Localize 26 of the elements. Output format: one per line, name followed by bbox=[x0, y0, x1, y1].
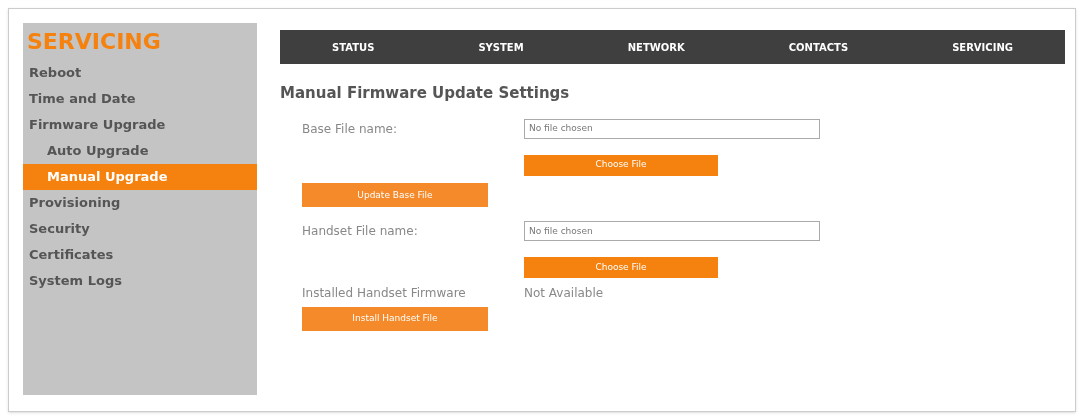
field-label: Base File name: bbox=[302, 120, 398, 138]
nav-tab[interactable]: NETWORK bbox=[627, 39, 685, 55]
nav-tab[interactable]: SYSTEM bbox=[478, 39, 524, 55]
sidebar-item[interactable]: Firmware Upgrade bbox=[23, 112, 257, 138]
choose-file-button[interactable]: Choose File bbox=[524, 154, 718, 176]
sidebar-item[interactable]: Auto Upgrade bbox=[23, 138, 257, 164]
sidebar-item[interactable]: Provisioning bbox=[23, 190, 257, 216]
nav-tab[interactable]: CONTACTS bbox=[788, 39, 849, 55]
sidebar-item[interactable]: Manual Upgrade bbox=[23, 164, 257, 190]
nav-tab[interactable]: SERVICING bbox=[952, 39, 1013, 55]
file-name-field[interactable]: No file chosen bbox=[524, 221, 820, 242]
sidebar-title: SERVICING bbox=[26, 28, 162, 56]
info-label: Installed Handset Firmware bbox=[302, 285, 467, 303]
info-value: Not Available bbox=[524, 285, 604, 303]
sidebar-item[interactable]: Certificates bbox=[23, 242, 257, 268]
nav-tab[interactable]: STATUS bbox=[332, 39, 375, 55]
sidebar-item[interactable]: Time and Date bbox=[23, 86, 257, 112]
choose-file-button[interactable]: Choose File bbox=[524, 257, 718, 279]
page-heading: Manual Firmware Update Settings bbox=[280, 83, 571, 104]
sidebar-item[interactable]: Security bbox=[23, 216, 257, 242]
sidebar-item[interactable]: System Logs bbox=[23, 268, 257, 294]
field-label: Handset File name: bbox=[302, 223, 419, 241]
action-button[interactable]: Update Base File bbox=[302, 183, 488, 208]
file-name-field[interactable]: No file chosen bbox=[524, 118, 820, 139]
action-button[interactable]: Install Handset File bbox=[302, 307, 488, 331]
sidebar-item[interactable]: Reboot bbox=[23, 60, 257, 86]
